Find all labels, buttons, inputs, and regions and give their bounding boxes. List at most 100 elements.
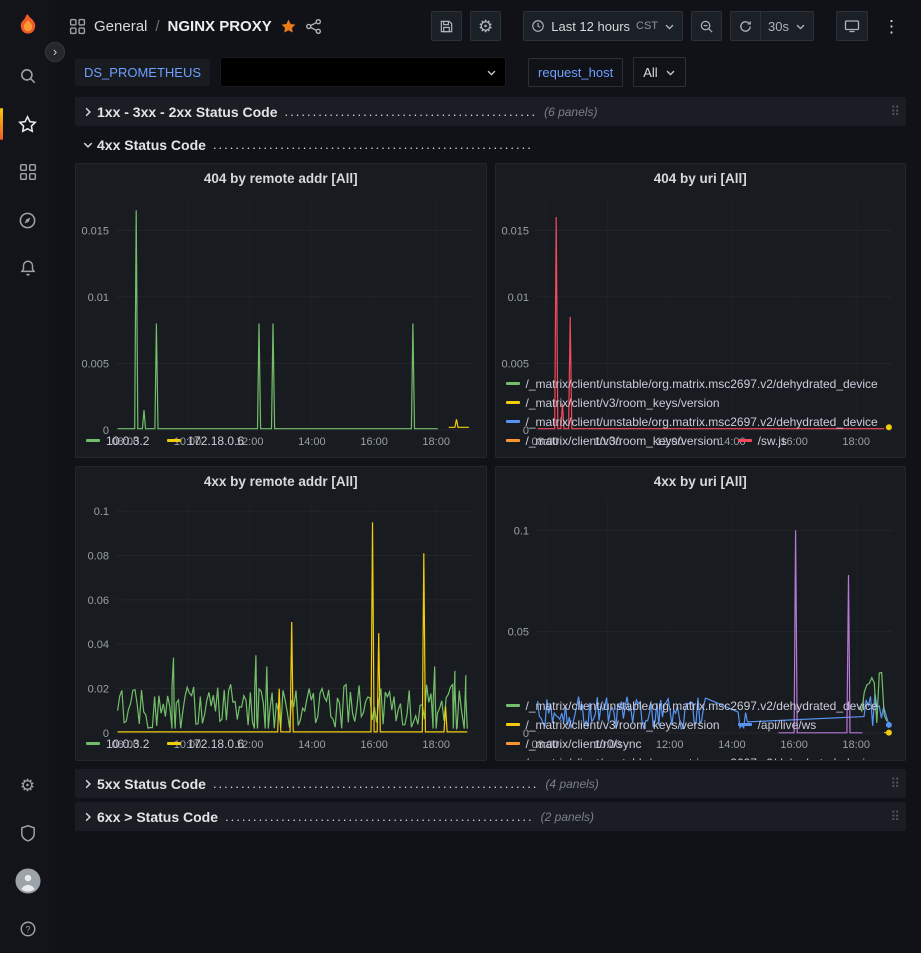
dot-leader: ........................................…: [225, 809, 534, 824]
gear-icon: ⚙: [478, 18, 493, 35]
row-title: 1xx - 3xx - 2xx Status Code: [97, 104, 278, 120]
legend-label: 172.18.0.6: [187, 434, 244, 448]
request-host-variable-select[interactable]: All: [633, 57, 685, 87]
series-color-mark: [167, 742, 181, 745]
settings-gear-icon[interactable]: ⚙: [0, 761, 55, 809]
legend: /_matrix/client/unstable/org.matrix.msc2…: [496, 374, 906, 457]
svg-text:0.015: 0.015: [81, 225, 109, 237]
legend-item[interactable]: /_matrix/client/unstable/org.matrix.msc2…: [506, 697, 878, 716]
series-color-mark: [506, 439, 520, 442]
panel-count: (2 panels): [541, 810, 594, 824]
dashboard-header: General / NGINX PROXY ⚙ Last 12 hours CS…: [55, 0, 921, 52]
starred-icon[interactable]: [0, 100, 55, 148]
panel-4xx-by-uri: 4xx by uri [All] 08:0010:0012:0014:0016:…: [495, 466, 907, 761]
series-color-mark: [86, 439, 100, 442]
share-icon[interactable]: [305, 18, 322, 35]
drag-handle-icon[interactable]: ⠿: [890, 104, 900, 120]
panel-count: (4 panels): [545, 777, 598, 791]
legend-item[interactable]: 172.18.0.6: [167, 432, 244, 451]
drag-handle-icon[interactable]: ⠿: [890, 809, 900, 825]
legend-item[interactable]: /_matrix/client/unstable/org.matrix.msc2…: [506, 413, 878, 432]
zoom-out-icon: [699, 19, 714, 34]
user-avatar[interactable]: [0, 857, 55, 905]
legend-item[interactable]: 10.0.3.2: [86, 432, 149, 451]
save-dashboard-button[interactable]: [431, 11, 462, 41]
legend-item[interactable]: /api/live/ws: [738, 716, 817, 735]
svg-text:0.01: 0.01: [507, 292, 528, 304]
legend-item[interactable]: 10.0.3.2: [86, 735, 149, 754]
svg-text:0.02: 0.02: [88, 684, 109, 696]
legend-item[interactable]: /_matrix/client/v3/room_keys/version: [506, 716, 720, 735]
grafana-flame-icon: [14, 12, 42, 40]
kebab-menu-button[interactable]: ⋮: [876, 11, 907, 41]
server-admin-shield-icon[interactable]: [0, 809, 55, 857]
save-floppy-icon: [439, 19, 454, 34]
explore-compass-icon[interactable]: [0, 196, 55, 244]
legend-label: /_matrix/client/unstable/org.matrix.msc2…: [526, 415, 878, 429]
help-icon[interactable]: ?: [0, 905, 55, 953]
refresh-button[interactable]: [730, 11, 760, 41]
svg-text:0.04: 0.04: [88, 639, 109, 651]
gear-glyph: ⚙: [20, 777, 35, 794]
breadcrumb-separator: /: [155, 18, 159, 35]
dashboard: 1xx - 3xx - 2xx Status Code ............…: [55, 92, 921, 953]
legend-label: /_matrix/client/unstable/org.matrix.msc2…: [526, 699, 878, 713]
refresh-interval-dropdown[interactable]: 30s: [760, 11, 814, 41]
tv-mode-button[interactable]: [836, 11, 868, 41]
apps-grid-icon: [69, 18, 86, 35]
legend-item[interactable]: /_matrix/client/unstable/org.matrix.msc2…: [506, 375, 878, 394]
legend-item[interactable]: /_matrix/client/v3/room_keys/version: [506, 394, 720, 413]
time-range-picker[interactable]: Last 12 hours CST: [523, 11, 683, 41]
dot-leader: ........................................…: [213, 776, 539, 791]
time-series-chart-4xx-uri[interactable]: 08:0010:0012:0014:0016:0018:0000.050.1: [496, 490, 906, 696]
legend-item[interactable]: /_matrix/client/v3/room_keys/version: [506, 432, 720, 451]
avatar-icon: [15, 868, 41, 894]
panel-title[interactable]: 4xx by remote addr [All]: [76, 467, 486, 490]
legend-row: /_matrix/client/r0/sync: [506, 735, 896, 754]
panel-title[interactable]: 404 by remote addr [All]: [76, 164, 486, 187]
legend-item[interactable]: /_matrix/client/unstable/org.matrix.msc2…: [506, 754, 878, 760]
search-icon[interactable]: [0, 52, 55, 100]
series-color-mark: [738, 439, 752, 442]
drag-handle-icon[interactable]: ⠿: [890, 776, 900, 792]
legend-label: /_matrix/client/v3/room_keys/version: [526, 718, 720, 732]
datasource-variable-select[interactable]: [220, 57, 506, 87]
series-color-mark: [167, 439, 181, 442]
svg-text:0.005: 0.005: [501, 358, 529, 370]
row-header-4xx[interactable]: 4xx Status Code ........................…: [75, 130, 906, 159]
zoom-out-time-button[interactable]: [691, 11, 722, 41]
legend-label: 10.0.3.2: [106, 434, 149, 448]
row-header-1xx-3xx-2xx[interactable]: 1xx - 3xx - 2xx Status Code ............…: [75, 97, 906, 126]
datasource-variable-label[interactable]: DS_PROMETHEUS: [75, 59, 210, 86]
dashboard-settings-button[interactable]: ⚙: [470, 11, 501, 41]
legend-label: /_matrix/client/v3/room_keys/version: [526, 434, 720, 448]
dot-leader: ........................................…: [285, 104, 538, 119]
svg-text:0.1: 0.1: [94, 506, 109, 518]
svg-text:0.06: 0.06: [88, 595, 109, 607]
legend: 10.0.3.2 172.18.0.6: [76, 431, 486, 457]
dashboards-icon[interactable]: [0, 148, 55, 196]
time-series-chart-404-remote-addr[interactable]: 08:0010:0012:0014:0016:0018:0000.0050.01…: [76, 187, 486, 431]
legend: /_matrix/client/unstable/org.matrix.msc2…: [496, 696, 906, 760]
legend-item[interactable]: /_matrix/client/r0/sync: [506, 735, 642, 754]
row-title: 4xx Status Code: [97, 137, 206, 153]
legend-item[interactable]: /sw.js: [738, 432, 787, 451]
row-header-6xx[interactable]: 6xx > Status Code ......................…: [75, 802, 906, 831]
favorite-star-icon[interactable]: [280, 18, 297, 35]
variables-bar: DS_PROMETHEUS request_host All: [55, 52, 921, 92]
row-header-5xx[interactable]: 5xx Status Code ........................…: [75, 769, 906, 798]
sidebar-collapse-button[interactable]: ›: [45, 42, 65, 62]
time-series-chart-404-uri[interactable]: 08:0010:0012:0014:0016:0018:0000.0050.01…: [496, 187, 906, 374]
breadcrumb-folder[interactable]: General: [94, 18, 147, 35]
legend-item[interactable]: 172.18.0.6: [167, 735, 244, 754]
svg-text:0.015: 0.015: [501, 225, 529, 237]
series-color-mark: [506, 401, 520, 404]
time-series-chart-4xx-remote-addr[interactable]: 08:0010:0012:0014:0016:0018:0000.020.040…: [76, 490, 486, 734]
panel-title[interactable]: 4xx by uri [All]: [496, 467, 906, 490]
tv-monitor-icon: [844, 18, 860, 34]
legend-label: /_matrix/client/v3/room_keys/version: [526, 396, 720, 410]
request-host-variable-label[interactable]: request_host: [528, 58, 623, 87]
alerting-bell-icon[interactable]: [0, 244, 55, 292]
toolbar: ⚙ Last 12 hours CST 30s: [431, 11, 907, 41]
panel-title[interactable]: 404 by uri [All]: [496, 164, 906, 187]
